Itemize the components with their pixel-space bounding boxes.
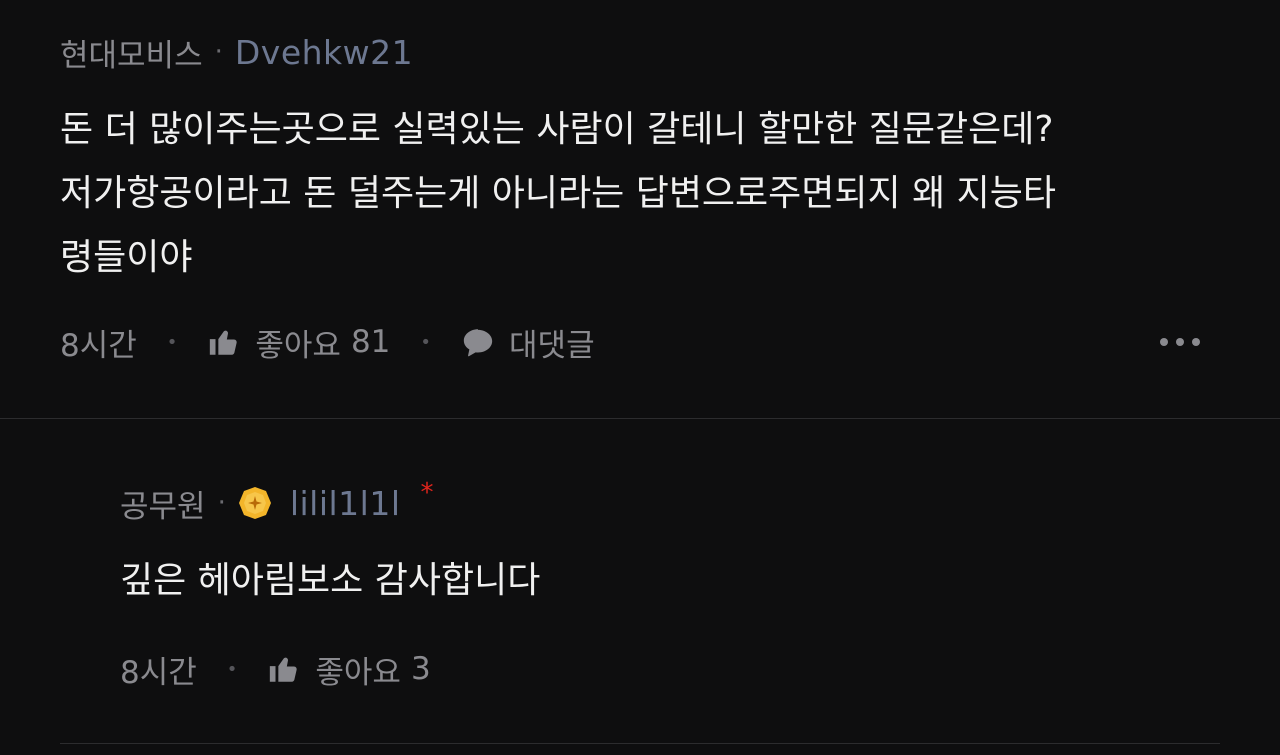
- speech-bubble-icon: [463, 329, 493, 357]
- author-affiliation: 현대모비스: [60, 37, 203, 74]
- like-count: 81: [350, 324, 391, 360]
- more-dots-icon[interactable]: [1160, 338, 1220, 346]
- comment-actions: 8시간 • 좋아요 3: [120, 645, 1220, 693]
- comment-text: 깊은 헤아림보소 감사합니다: [120, 560, 541, 601]
- gold-badge-icon: [238, 487, 271, 519]
- reply-label: 대댓글: [509, 327, 595, 364]
- author-mark: *: [420, 478, 434, 508]
- meta-separator: ·: [214, 37, 223, 67]
- comment-meta: 현대모비스 · Dvehkw21: [60, 30, 1220, 74]
- comment-meta: 공무원 · lilil1l1l *: [120, 478, 1220, 525]
- dot: [1160, 338, 1168, 346]
- dot: [1176, 338, 1184, 346]
- reply-item: 공무원 · lilil1l1l * 깊은 헤아림보소 감사합니다 8시간 • 좋…: [0, 419, 1280, 743]
- like-label: 좋아요: [315, 654, 401, 691]
- thumbs-up-icon: [210, 330, 238, 355]
- action-separator: •: [166, 331, 178, 353]
- reply-button[interactable]: 대댓글: [461, 320, 595, 365]
- thumbs-up-icon: [270, 657, 298, 682]
- comment-divider: [60, 743, 1220, 744]
- comment-time: 8시간: [60, 327, 137, 364]
- comment-actions: 8시간 • 좋아요 81 • 대댓글: [60, 318, 1220, 366]
- like-label: 좋아요: [255, 327, 341, 364]
- comment-text: 돈 더 많이주는곳으로 실력있는 사람이 갈테니 할만한 질문같은데? 저가항공…: [60, 109, 1057, 278]
- action-separator: •: [226, 658, 238, 680]
- like-button[interactable]: 좋아요 81: [207, 320, 390, 365]
- dot: [1192, 338, 1200, 346]
- comment-item: 현대모비스 · Dvehkw21 돈 더 많이주는곳으로 실력있는 사람이 갈테…: [0, 0, 1280, 418]
- like-button[interactable]: 좋아요 3: [267, 647, 431, 692]
- author-nickname[interactable]: lilil1l1l: [290, 484, 401, 523]
- comment-time: 8시간: [120, 654, 197, 691]
- like-count: 3: [410, 651, 431, 687]
- author-nickname[interactable]: Dvehkw21: [235, 33, 413, 72]
- action-separator: •: [420, 331, 432, 353]
- meta-separator: ·: [217, 488, 226, 518]
- author-affiliation: 공무원: [120, 488, 206, 525]
